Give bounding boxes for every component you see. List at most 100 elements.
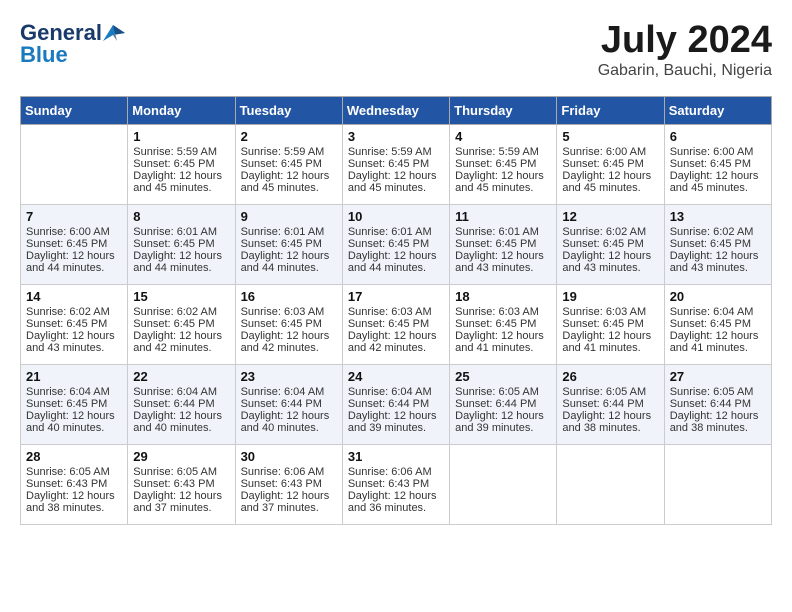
day-info-line: Sunset: 6:44 PM — [133, 398, 229, 410]
day-info-line: Sunset: 6:45 PM — [455, 158, 551, 170]
day-info-line: Sunset: 6:45 PM — [133, 318, 229, 330]
day-number: 5 — [562, 129, 658, 144]
day-info-line: and 41 minutes. — [670, 342, 766, 354]
day-info-line: Daylight: 12 hours — [348, 250, 444, 262]
day-info-line: Sunrise: 6:03 AM — [241, 306, 337, 318]
day-info-line: and 36 minutes. — [348, 502, 444, 514]
day-info-line: Sunset: 6:45 PM — [26, 318, 122, 330]
day-number: 12 — [562, 209, 658, 224]
day-info-line: Sunrise: 6:03 AM — [562, 306, 658, 318]
weekday-header-wednesday: Wednesday — [342, 96, 449, 124]
day-info-line: and 43 minutes. — [562, 262, 658, 274]
day-info-line: and 45 minutes. — [348, 182, 444, 194]
day-info-line: Sunset: 6:44 PM — [562, 398, 658, 410]
day-info-line: and 40 minutes. — [133, 422, 229, 434]
day-info-line: and 45 minutes. — [562, 182, 658, 194]
day-info-line: and 45 minutes. — [670, 182, 766, 194]
day-info-line: Daylight: 12 hours — [133, 490, 229, 502]
calendar-cell: 16 Sunrise: 6:03 AMSunset: 6:45 PMDayligh… — [235, 284, 342, 364]
location-subtitle: Gabarin, Bauchi, Nigeria — [598, 62, 772, 80]
calendar-cell: 15Sunrise: 6:02 AMSunset: 6:45 PMDayligh… — [128, 284, 235, 364]
day-number: 23 — [241, 369, 337, 384]
day-info-line: Daylight: 12 hours — [133, 410, 229, 422]
day-number: 13 — [670, 209, 766, 224]
day-info-line: Sunset: 6:43 PM — [133, 478, 229, 490]
day-number: 9 — [241, 209, 337, 224]
day-info-line: Daylight: 12 hours — [133, 250, 229, 262]
day-info-line: Daylight: 12 hours — [26, 490, 122, 502]
day-number: 1 — [133, 129, 229, 144]
day-info-line: Sunrise: 6:01 AM — [455, 226, 551, 238]
calendar-cell: 27Sunrise: 6:05 AMSunset: 6:44 PMDayligh… — [664, 364, 771, 444]
day-info-line: Sunset: 6:45 PM — [26, 398, 122, 410]
day-info-line: and 41 minutes. — [562, 342, 658, 354]
weekday-header-friday: Friday — [557, 96, 664, 124]
logo-bird-icon — [103, 25, 125, 41]
day-info-line: Daylight: 12 hours — [241, 490, 337, 502]
day-info-line: Sunset: 6:43 PM — [348, 478, 444, 490]
calendar-cell: 22Sunrise: 6:04 AMSunset: 6:44 PMDayligh… — [128, 364, 235, 444]
day-info-line: Sunrise: 6:02 AM — [562, 226, 658, 238]
day-number: 17 — [348, 289, 444, 304]
day-number: 30 — [241, 449, 337, 464]
day-info-line: Sunset: 6:45 PM — [562, 158, 658, 170]
day-info-line: Sunrise: 6:06 AM — [241, 466, 337, 478]
calendar-cell: 23Sunrise: 6:04 AMSunset: 6:44 PMDayligh… — [235, 364, 342, 444]
calendar-cell: 2Sunrise: 5:59 AMSunset: 6:45 PMDaylight… — [235, 124, 342, 204]
day-info-line: Sunset: 6:45 PM — [455, 318, 551, 330]
day-info-line: Daylight: 12 hours — [26, 330, 122, 342]
calendar-cell: 14Sunrise: 6:02 AMSunset: 6:45 PMDayligh… — [21, 284, 128, 364]
day-info-line: Sunset: 6:45 PM — [670, 238, 766, 250]
day-info-line: and 42 minutes. — [348, 342, 444, 354]
day-info-line: Sunrise: 6:01 AM — [241, 226, 337, 238]
calendar-cell: 13Sunrise: 6:02 AMSunset: 6:45 PMDayligh… — [664, 204, 771, 284]
day-info-line: Sunrise: 5:59 AM — [348, 146, 444, 158]
day-number: 8 — [133, 209, 229, 224]
day-info-line: Sunset: 6:45 PM — [241, 318, 337, 330]
day-info-line: Daylight: 12 hours — [562, 330, 658, 342]
day-info-line: Sunrise: 6:04 AM — [348, 386, 444, 398]
calendar-cell: 18Sunrise: 6:03 AMSunset: 6:45 PMDayligh… — [450, 284, 557, 364]
day-number: 15 — [133, 289, 229, 304]
day-number: 19 — [562, 289, 658, 304]
day-info-line: Sunset: 6:44 PM — [348, 398, 444, 410]
calendar-cell: 7Sunrise: 6:00 AMSunset: 6:45 PMDaylight… — [21, 204, 128, 284]
day-info-line: Sunset: 6:44 PM — [670, 398, 766, 410]
day-info-line: and 39 minutes. — [455, 422, 551, 434]
day-number: 10 — [348, 209, 444, 224]
day-info-line: Daylight: 12 hours — [241, 330, 337, 342]
day-info-line: and 45 minutes. — [455, 182, 551, 194]
weekday-header-sunday: Sunday — [21, 96, 128, 124]
day-info-line: Daylight: 12 hours — [348, 170, 444, 182]
day-info-line: Sunset: 6:45 PM — [562, 318, 658, 330]
calendar-week-row: 28Sunrise: 6:05 AMSunset: 6:43 PMDayligh… — [21, 444, 772, 524]
day-number: 16 — [241, 289, 337, 304]
calendar-table: SundayMondayTuesdayWednesdayThursdayFrid… — [20, 96, 772, 525]
day-number: 26 — [562, 369, 658, 384]
day-info-line: Sunset: 6:45 PM — [133, 238, 229, 250]
day-info-line: and 42 minutes. — [241, 342, 337, 354]
day-number: 14 — [26, 289, 122, 304]
day-info-line: and 41 minutes. — [455, 342, 551, 354]
day-info-line: and 37 minutes. — [241, 502, 337, 514]
day-info-line: and 38 minutes. — [26, 502, 122, 514]
calendar-cell — [664, 444, 771, 524]
day-info-line: Daylight: 12 hours — [562, 170, 658, 182]
day-info-line: Daylight: 12 hours — [562, 250, 658, 262]
day-number: 31 — [348, 449, 444, 464]
calendar-cell — [450, 444, 557, 524]
calendar-cell: 26Sunrise: 6:05 AMSunset: 6:44 PMDayligh… — [557, 364, 664, 444]
weekday-header-thursday: Thursday — [450, 96, 557, 124]
day-info-line: and 39 minutes. — [348, 422, 444, 434]
day-info-line: Daylight: 12 hours — [241, 170, 337, 182]
day-info-line: Sunrise: 6:00 AM — [670, 146, 766, 158]
day-number: 22 — [133, 369, 229, 384]
calendar-cell: 3Sunrise: 5:59 AMSunset: 6:45 PMDaylight… — [342, 124, 449, 204]
day-info-line: Sunset: 6:43 PM — [26, 478, 122, 490]
calendar-cell: 29Sunrise: 6:05 AMSunset: 6:43 PMDayligh… — [128, 444, 235, 524]
day-info-line: and 44 minutes. — [26, 262, 122, 274]
day-info-line: and 38 minutes. — [670, 422, 766, 434]
day-info-line: Sunset: 6:45 PM — [26, 238, 122, 250]
calendar-cell: 9Sunrise: 6:01 AMSunset: 6:45 PMDaylight… — [235, 204, 342, 284]
calendar-cell: 6Sunrise: 6:00 AMSunset: 6:45 PMDaylight… — [664, 124, 771, 204]
